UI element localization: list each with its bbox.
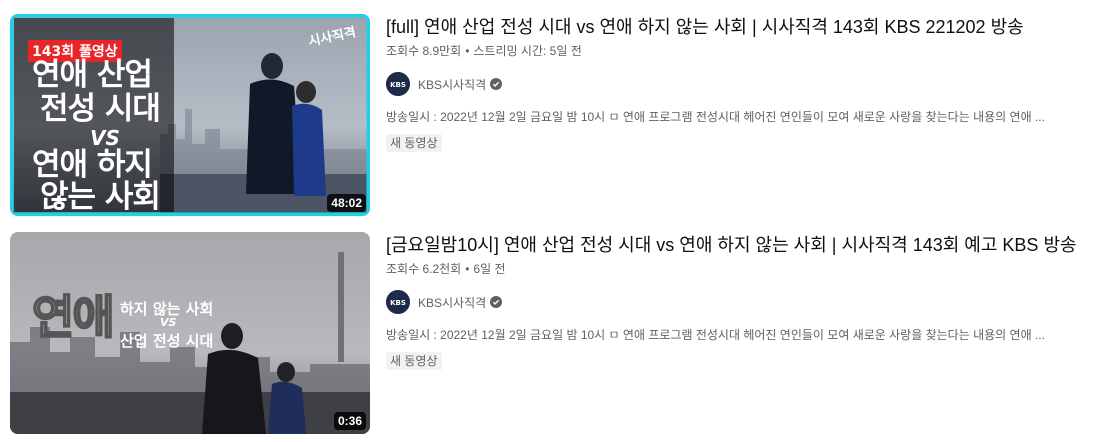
thumbnail-big-text: 연애 (31, 290, 116, 344)
channel-name[interactable]: KBS시사직격 (418, 294, 486, 311)
channel-logo-icon: KBS (386, 290, 410, 314)
upload-age: 스트리밍 시간: 5일 전 (473, 44, 582, 58)
thumbnail-vs: VS (160, 316, 177, 329)
video-metadata: 조회수 8.9만회 • 스트리밍 시간: 5일 전 (386, 44, 582, 58)
verified-badge-icon (490, 78, 503, 90)
thumbnail-headline-4: 않는 사회 (40, 179, 161, 215)
video-thumbnail-2[interactable]: 연애 하지 않는 사회 VS 산업 전성 시대 0:36 (10, 232, 370, 434)
view-count: 조회수 6.2천회 (386, 262, 462, 276)
video-thumbnail-1[interactable]: 143회 풀영상 연애 산업 전성 시대 VS 연애 하지 않는 사회 시사직격… (10, 14, 370, 216)
svg-text:KBS: KBS (390, 81, 406, 89)
video-description: 방송일시 : 2022년 12월 2일 금요일 밤 10시 ㅁ 연애 프로그램 … (386, 328, 1045, 342)
channel-logo-icon: KBS (386, 72, 410, 96)
thumbnail-headline-2: 전성 시대 (40, 91, 161, 127)
channel-name[interactable]: KBS시사직격 (418, 76, 486, 93)
video-duration: 48:02 (327, 194, 366, 212)
channel-row[interactable]: KBS KBS시사직격 (386, 72, 1086, 96)
thumbnail-headline-1: 연애 산업 (32, 57, 153, 93)
video-info-2: [금요일밤10시] 연애 산업 전성 시대 vs 연애 하지 않는 사회 | 시… (386, 232, 1086, 370)
thumbnail-headline-3: 연애 하지 (32, 147, 153, 183)
svg-text:KBS: KBS (390, 299, 406, 307)
video-duration: 0:36 (333, 412, 366, 430)
channel-avatar[interactable]: KBS (386, 290, 410, 314)
thumbnail-headline-2: 산업 전성 시대 (120, 332, 214, 350)
view-count: 조회수 8.9만회 (386, 44, 462, 58)
new-video-badge: 새 동영상 (386, 134, 442, 152)
new-video-badge: 새 동영상 (386, 352, 442, 370)
verified-badge-icon (490, 296, 503, 308)
channel-row[interactable]: KBS KBS시사직격 (386, 290, 1086, 314)
video-description: 방송일시 : 2022년 12월 2일 금요일 밤 10시 ㅁ 연애 프로그램 … (386, 110, 1045, 124)
channel-avatar[interactable]: KBS (386, 72, 410, 96)
video-metadata: 조회수 6.2천회 • 6일 전 (386, 262, 506, 276)
upload-age: 6일 전 (473, 262, 506, 276)
video-title[interactable]: [금요일밤10시] 연애 산업 전성 시대 vs 연애 하지 않는 사회 | 시… (386, 232, 1086, 258)
video-title[interactable]: [full] 연애 산업 전성 시대 vs 연애 하지 않는 사회 | 시사직격… (386, 14, 1086, 40)
video-info-1: [full] 연애 산업 전성 시대 vs 연애 하지 않는 사회 | 시사직격… (386, 14, 1086, 152)
